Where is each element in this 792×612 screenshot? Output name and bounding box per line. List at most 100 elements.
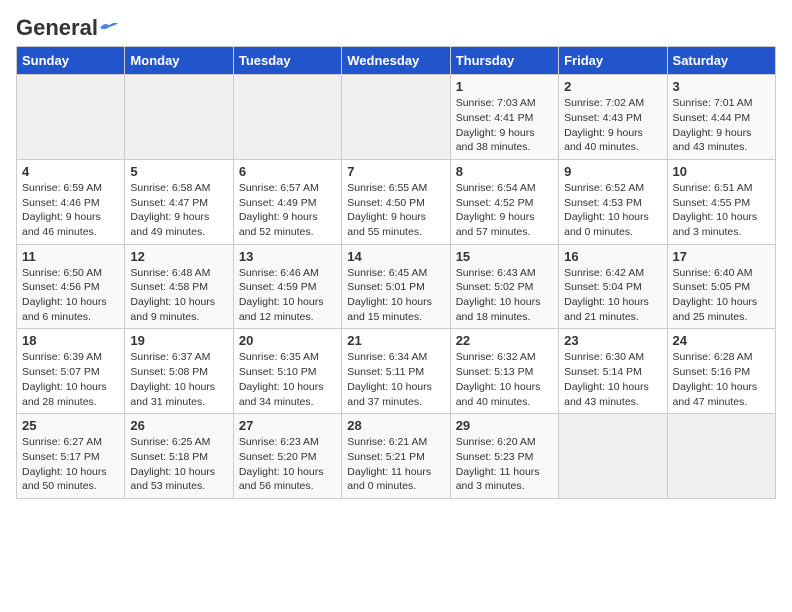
day-number: 29 <box>456 418 553 433</box>
day-number: 10 <box>673 164 770 179</box>
day-info: Sunrise: 7:03 AM Sunset: 4:41 PM Dayligh… <box>456 96 553 155</box>
day-info: Sunrise: 6:28 AM Sunset: 5:16 PM Dayligh… <box>673 350 770 409</box>
day-number: 1 <box>456 79 553 94</box>
calendar-cell: 18Sunrise: 6:39 AM Sunset: 5:07 PM Dayli… <box>17 329 125 414</box>
logo-bird-icon <box>100 21 118 35</box>
day-number: 6 <box>239 164 336 179</box>
day-info: Sunrise: 6:34 AM Sunset: 5:11 PM Dayligh… <box>347 350 444 409</box>
day-number: 11 <box>22 249 119 264</box>
calendar-cell: 9 Sunrise: 6:52 AM Sunset: 4:53 PM Daylig… <box>559 159 667 244</box>
weekday-header-tuesday: Tuesday <box>233 47 341 75</box>
day-info: Sunrise: 6:37 AM Sunset: 5:08 PM Dayligh… <box>130 350 227 409</box>
day-number: 27 <box>239 418 336 433</box>
calendar-cell: 23 Sunrise: 6:30 AM Sunset: 5:14 PM Dayli… <box>559 329 667 414</box>
day-info: Sunrise: 6:50 AM Sunset: 4:56 PM Dayligh… <box>22 266 119 325</box>
day-number: 20 <box>239 333 336 348</box>
calendar-cell <box>233 75 341 160</box>
day-info: Sunrise: 6:23 AM Sunset: 5:20 PM Dayligh… <box>239 435 336 494</box>
day-number: 8 <box>456 164 553 179</box>
calendar-cell: 7 Sunrise: 6:55 AM Sunset: 4:50 PM Daylig… <box>342 159 450 244</box>
day-info: Sunrise: 6:52 AM Sunset: 4:53 PM Dayligh… <box>564 181 661 240</box>
calendar-cell: 27 Sunrise: 6:23 AM Sunset: 5:20 PM Dayli… <box>233 414 341 499</box>
week-row-5: 25 Sunrise: 6:27 AM Sunset: 5:17 PM Dayli… <box>17 414 776 499</box>
calendar-cell <box>342 75 450 160</box>
day-info: Sunrise: 6:51 AM Sunset: 4:55 PM Dayligh… <box>673 181 770 240</box>
calendar-cell: 29 Sunrise: 6:20 AM Sunset: 5:23 PM Dayli… <box>450 414 558 499</box>
calendar-cell: 6 Sunrise: 6:57 AM Sunset: 4:49 PM Daylig… <box>233 159 341 244</box>
calendar-cell: 14Sunrise: 6:45 AM Sunset: 5:01 PM Dayli… <box>342 244 450 329</box>
week-row-2: 4 Sunrise: 6:59 AM Sunset: 4:46 PM Daylig… <box>17 159 776 244</box>
day-info: Sunrise: 6:59 AM Sunset: 4:46 PM Dayligh… <box>22 181 119 240</box>
calendar-table: SundayMondayTuesdayWednesdayThursdayFrid… <box>16 46 776 499</box>
weekday-header-wednesday: Wednesday <box>342 47 450 75</box>
calendar-cell: 16Sunrise: 6:42 AM Sunset: 5:04 PM Dayli… <box>559 244 667 329</box>
calendar-cell: 1 Sunrise: 7:03 AM Sunset: 4:41 PM Daylig… <box>450 75 558 160</box>
weekday-header-thursday: Thursday <box>450 47 558 75</box>
calendar-cell <box>559 414 667 499</box>
calendar-cell <box>667 414 775 499</box>
day-info: Sunrise: 6:35 AM Sunset: 5:10 PM Dayligh… <box>239 350 336 409</box>
day-info: Sunrise: 6:25 AM Sunset: 5:18 PM Dayligh… <box>130 435 227 494</box>
day-number: 19 <box>130 333 227 348</box>
day-number: 25 <box>22 418 119 433</box>
day-number: 5 <box>130 164 227 179</box>
day-number: 15 <box>456 249 553 264</box>
day-info: Sunrise: 6:30 AM Sunset: 5:14 PM Dayligh… <box>564 350 661 409</box>
header: General <box>16 16 776 38</box>
day-number: 16 <box>564 249 661 264</box>
calendar-cell: 21 Sunrise: 6:34 AM Sunset: 5:11 PM Dayli… <box>342 329 450 414</box>
day-info: Sunrise: 6:58 AM Sunset: 4:47 PM Dayligh… <box>130 181 227 240</box>
calendar-cell: 4 Sunrise: 6:59 AM Sunset: 4:46 PM Daylig… <box>17 159 125 244</box>
day-number: 21 <box>347 333 444 348</box>
day-info: Sunrise: 6:45 AM Sunset: 5:01 PM Dayligh… <box>347 266 444 325</box>
calendar-cell: 19 Sunrise: 6:37 AM Sunset: 5:08 PM Dayli… <box>125 329 233 414</box>
day-info: Sunrise: 6:46 AM Sunset: 4:59 PM Dayligh… <box>239 266 336 325</box>
day-info: Sunrise: 7:02 AM Sunset: 4:43 PM Dayligh… <box>564 96 661 155</box>
calendar-cell: 20 Sunrise: 6:35 AM Sunset: 5:10 PM Dayli… <box>233 329 341 414</box>
day-info: Sunrise: 6:20 AM Sunset: 5:23 PM Dayligh… <box>456 435 553 494</box>
calendar-cell <box>125 75 233 160</box>
day-number: 26 <box>130 418 227 433</box>
week-row-3: 11 Sunrise: 6:50 AM Sunset: 4:56 PM Dayli… <box>17 244 776 329</box>
calendar-cell: 11 Sunrise: 6:50 AM Sunset: 4:56 PM Dayli… <box>17 244 125 329</box>
day-number: 24 <box>673 333 770 348</box>
day-info: Sunrise: 7:01 AM Sunset: 4:44 PM Dayligh… <box>673 96 770 155</box>
calendar-cell: 15 Sunrise: 6:43 AM Sunset: 5:02 PM Dayli… <box>450 244 558 329</box>
calendar-cell: 8 Sunrise: 6:54 AM Sunset: 4:52 PM Daylig… <box>450 159 558 244</box>
day-number: 22 <box>456 333 553 348</box>
day-number: 17 <box>673 249 770 264</box>
calendar-cell: 13 Sunrise: 6:46 AM Sunset: 4:59 PM Dayli… <box>233 244 341 329</box>
weekday-header-row: SundayMondayTuesdayWednesdayThursdayFrid… <box>17 47 776 75</box>
logo-text: General <box>16 16 118 40</box>
calendar-cell: 26 Sunrise: 6:25 AM Sunset: 5:18 PM Dayli… <box>125 414 233 499</box>
weekday-header-monday: Monday <box>125 47 233 75</box>
day-number: 28 <box>347 418 444 433</box>
day-number: 9 <box>564 164 661 179</box>
calendar-cell <box>17 75 125 160</box>
day-number: 12 <box>130 249 227 264</box>
day-info: Sunrise: 6:21 AM Sunset: 5:21 PM Dayligh… <box>347 435 444 494</box>
calendar-cell: 17 Sunrise: 6:40 AM Sunset: 5:05 PM Dayli… <box>667 244 775 329</box>
calendar-cell: 12 Sunrise: 6:48 AM Sunset: 4:58 PM Dayli… <box>125 244 233 329</box>
weekday-header-saturday: Saturday <box>667 47 775 75</box>
day-info: Sunrise: 6:43 AM Sunset: 5:02 PM Dayligh… <box>456 266 553 325</box>
weekday-header-sunday: Sunday <box>17 47 125 75</box>
week-row-4: 18Sunrise: 6:39 AM Sunset: 5:07 PM Dayli… <box>17 329 776 414</box>
day-number: 4 <box>22 164 119 179</box>
day-info: Sunrise: 6:57 AM Sunset: 4:49 PM Dayligh… <box>239 181 336 240</box>
day-info: Sunrise: 6:55 AM Sunset: 4:50 PM Dayligh… <box>347 181 444 240</box>
day-info: Sunrise: 6:54 AM Sunset: 4:52 PM Dayligh… <box>456 181 553 240</box>
day-info: Sunrise: 6:48 AM Sunset: 4:58 PM Dayligh… <box>130 266 227 325</box>
day-number: 23 <box>564 333 661 348</box>
logo: General <box>16 16 118 38</box>
weekday-header-friday: Friday <box>559 47 667 75</box>
day-number: 13 <box>239 249 336 264</box>
day-info: Sunrise: 6:40 AM Sunset: 5:05 PM Dayligh… <box>673 266 770 325</box>
calendar-cell: 2Sunrise: 7:02 AM Sunset: 4:43 PM Daylig… <box>559 75 667 160</box>
day-info: Sunrise: 6:39 AM Sunset: 5:07 PM Dayligh… <box>22 350 119 409</box>
day-number: 3 <box>673 79 770 94</box>
day-number: 7 <box>347 164 444 179</box>
day-info: Sunrise: 6:32 AM Sunset: 5:13 PM Dayligh… <box>456 350 553 409</box>
calendar-cell: 5 Sunrise: 6:58 AM Sunset: 4:47 PM Daylig… <box>125 159 233 244</box>
day-info: Sunrise: 6:27 AM Sunset: 5:17 PM Dayligh… <box>22 435 119 494</box>
